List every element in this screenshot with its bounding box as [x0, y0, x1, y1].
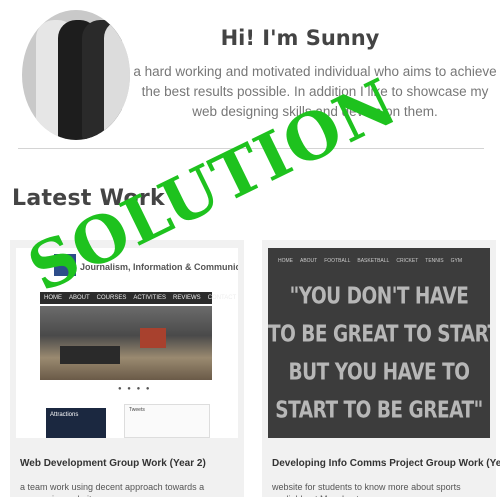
- section-divider: [18, 148, 484, 149]
- attractions-panel: Attractions: [46, 408, 106, 438]
- bio-text: a hard working and motivated individual …: [133, 64, 497, 119]
- card-description: a team work using decent approach toward…: [20, 482, 205, 497]
- work-card[interactable]: Journalism, Information & Communication …: [10, 240, 244, 497]
- nav-item: COURSES: [96, 295, 127, 301]
- tweets-label: Tweets: [129, 407, 145, 413]
- quote-line: START TO BE GREAT": [275, 397, 483, 424]
- attractions-label: Attractions: [50, 412, 79, 418]
- site-nav: HOME ABOUT COURSES ACTIVITIES REVIEWS CO…: [40, 292, 236, 304]
- intro-section: Hi! I'm Sunny a hard working and motivat…: [0, 0, 500, 150]
- site-header: Journalism, Information & Communication: [80, 262, 238, 272]
- nav-item: CONTACT: [207, 295, 237, 301]
- avatar-figure: [104, 20, 130, 140]
- avatar: [22, 10, 130, 140]
- card-title[interactable]: Developing Info Comms Project Group Work…: [272, 458, 500, 469]
- quote-line: "YOU DON'T HAVE: [289, 283, 469, 310]
- nav-item: HOME: [278, 258, 293, 264]
- desk-shape: [60, 346, 120, 364]
- work-thumbnail[interactable]: Journalism, Information & Communication …: [16, 248, 238, 438]
- greeting-heading: Hi! I'm Sunny: [220, 26, 380, 50]
- work-thumbnail[interactable]: HOME ABOUT FOOTBALL BASKETBALL CRICKET T…: [268, 248, 490, 438]
- carousel-dots: ● ● ● ●: [118, 386, 152, 392]
- classroom-photo: [40, 306, 212, 380]
- quote-line: BUT YOU HAVE TO: [288, 359, 470, 386]
- nav-item: FOOTBALL: [324, 258, 351, 264]
- nav-item: ABOUT: [69, 295, 90, 301]
- tweets-panel: Tweets: [124, 404, 210, 438]
- nav-item: TENNIS: [425, 258, 444, 264]
- nav-item: BASKETBALL: [357, 258, 390, 264]
- card-title[interactable]: Web Development Group Work (Year 2): [20, 458, 206, 469]
- nav-item: ACTIVITIES: [133, 295, 167, 301]
- card-description: website for students to know more about …: [272, 482, 461, 497]
- work-card[interactable]: HOME ABOUT FOOTBALL BASKETBALL CRICKET T…: [262, 240, 500, 497]
- university-logo-icon: [54, 254, 76, 276]
- nav-item: GYM: [450, 258, 463, 264]
- nav-item: REVIEWS: [173, 295, 201, 301]
- nav-item: ABOUT: [300, 258, 318, 264]
- nav-item: CRICKET: [396, 258, 419, 264]
- latest-work-heading: Latest Work: [12, 186, 165, 211]
- chair-shape: [140, 328, 166, 348]
- site-nav: HOME ABOUT FOOTBALL BASKETBALL CRICKET T…: [268, 256, 490, 266]
- nav-item: HOME: [44, 295, 62, 301]
- quote-line: TO BE GREAT TO START,: [268, 321, 490, 348]
